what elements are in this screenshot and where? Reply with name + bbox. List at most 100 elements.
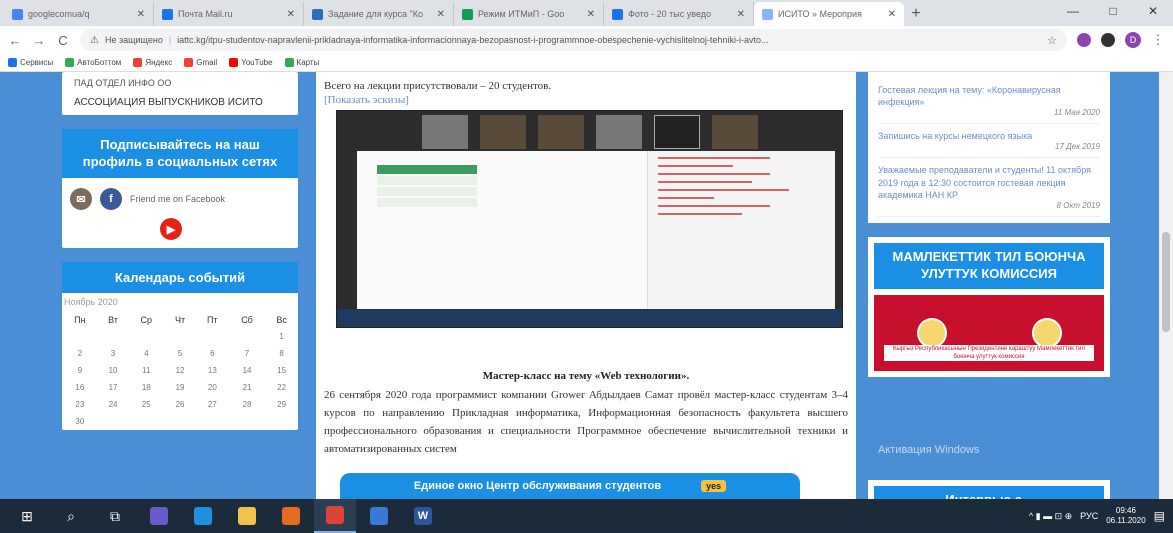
calendar-day[interactable]: 7 [229, 345, 265, 362]
taskbar-app-blue-button[interactable] [358, 499, 400, 533]
browser-tab[interactable]: googlecomua/q ✕ [4, 2, 154, 26]
calendar-day[interactable]: 2 [62, 345, 98, 362]
tray-icons[interactable]: ^ ▮ ▬ ⊡ ⊕ [1029, 511, 1072, 522]
calendar-day[interactable]: 12 [164, 362, 196, 379]
news-title[interactable]: Гостевая лекция на тему: «Коронавирусная… [878, 84, 1100, 108]
scrollbar-thumb[interactable] [1162, 232, 1170, 332]
menu-icon[interactable]: ⋮ [1151, 32, 1165, 48]
calendar-day[interactable]: 15 [265, 362, 298, 379]
forward-button[interactable]: → [32, 33, 46, 48]
calendar-day[interactable]: 1 [265, 328, 298, 345]
taskbar-explorer-button[interactable] [226, 499, 268, 533]
news-title[interactable]: Запишись на курсы немецкого языка [878, 130, 1100, 142]
calendar-day[interactable]: 26 [164, 396, 196, 413]
tab-title: Режим ИТМиП - Goo [478, 9, 565, 19]
reload-button[interactable]: C [56, 33, 70, 48]
calendar-day[interactable]: 27 [196, 396, 229, 413]
taskbar-word-button[interactable]: W [402, 499, 444, 533]
tab-close-icon[interactable]: ✕ [137, 9, 145, 20]
menu-item-cut[interactable]: ПАД ОТДЕЛ ИНФО ОО [74, 78, 286, 90]
calendar-day[interactable]: 16 [62, 379, 98, 396]
tab-close-icon[interactable]: ✕ [437, 9, 445, 20]
calendar-day[interactable]: 25 [128, 396, 164, 413]
notifications-icon[interactable]: ▤ [1154, 509, 1165, 523]
extension-icon[interactable] [1077, 33, 1091, 47]
browser-tab[interactable]: Почта Mail.ru ✕ [154, 2, 304, 26]
commission-banner-image[interactable]: Кыргыз Республикасынын Президентине кара… [874, 294, 1104, 371]
browser-tab[interactable]: ИСИТО » Мероприя ✕ [754, 2, 904, 26]
maximize-button[interactable]: □ [1093, 0, 1133, 22]
social-widget: Подписывайтесь на наш профиль в социальн… [62, 128, 298, 249]
calendar-day[interactable]: 6 [196, 345, 229, 362]
alumni-link[interactable]: АССОЦИАЦИЯ ВЫПУСКНИКОВ ИСИТО [74, 96, 286, 109]
calendar-day[interactable]: 24 [98, 396, 129, 413]
taskbar-chrome-button[interactable] [314, 499, 356, 533]
calendar-day[interactable]: 11 [128, 362, 164, 379]
warning-icon[interactable]: ⚠ [90, 35, 99, 46]
taskbar-search-button[interactable]: ⌕ [50, 499, 92, 533]
facebook-link[interactable]: Friend me on Facebook [130, 194, 225, 204]
taskbar-obs-button[interactable] [138, 499, 180, 533]
url-text[interactable]: iattc.kg/itpu-studentov-napravlenii-prik… [177, 35, 1041, 45]
calendar-day[interactable]: 10 [98, 362, 129, 379]
calendar-day[interactable]: 23 [62, 396, 98, 413]
bookmark-item[interactable]: АвтоБоттом [65, 58, 121, 67]
calendar-day[interactable]: 8 [265, 345, 298, 362]
tab-close-icon[interactable]: ✕ [287, 9, 295, 20]
calendar-day[interactable]: 19 [164, 379, 196, 396]
show-thumbnails-link[interactable]: [Показать эскизы] [324, 94, 848, 106]
close-window-button[interactable]: ✕ [1133, 0, 1173, 22]
bookmark-item[interactable]: YouTube [229, 58, 273, 67]
new-tab-button[interactable]: + [904, 2, 928, 26]
taskbar-media-button[interactable] [270, 499, 312, 533]
bookmark-item[interactable]: Яндекс [133, 58, 172, 67]
youtube-icon[interactable]: ▶ [160, 218, 182, 241]
tab-close-icon[interactable]: ✕ [587, 9, 595, 20]
tab-favicon-icon [762, 8, 773, 20]
browser-tab[interactable]: Режим ИТМиП - Goo ✕ [454, 2, 604, 26]
minimize-button[interactable]: — [1053, 0, 1093, 22]
tab-close-icon[interactable]: ✕ [888, 9, 896, 20]
interview-title[interactable]: Интервью с... [874, 486, 1104, 499]
bookmark-item[interactable]: Сервисы [8, 58, 53, 67]
calendar-day[interactable]: 20 [196, 379, 229, 396]
tab-close-icon[interactable]: ✕ [737, 9, 745, 20]
calendar-day[interactable]: 4 [128, 345, 164, 362]
taskbar-start-button[interactable]: ⊞ [6, 499, 48, 533]
bookmark-item[interactable]: Gmail [184, 58, 217, 67]
clock[interactable]: 09:46 06.11.2020 [1106, 506, 1145, 526]
calendar-day[interactable]: 9 [62, 362, 98, 379]
commission-title[interactable]: МАМЛЕКЕТТИК ТИЛ БОЮНЧА УЛУТТУК КОМИССИЯ [874, 242, 1104, 289]
address-bar[interactable]: ⚠ Не защищено | iattc.kg/itpu-studentov-… [80, 29, 1067, 51]
obs-icon [150, 507, 168, 525]
calendar-day[interactable]: 14 [229, 362, 265, 379]
extensions-puzzle-icon[interactable] [1101, 33, 1115, 47]
interview-widget: Интервью с... [868, 480, 1110, 499]
taskbar-edge-button[interactable] [182, 499, 224, 533]
back-button[interactable]: ← [8, 33, 22, 48]
profile-avatar[interactable]: D [1125, 32, 1141, 48]
vk-icon[interactable]: ✉ [70, 188, 92, 211]
calendar-day [62, 328, 98, 345]
student-service-banner[interactable]: Единое окно Центр обслуживания студентов… [340, 473, 800, 499]
calendar-day[interactable]: 28 [229, 396, 265, 413]
taskbar-task-view-button[interactable]: ⧉ [94, 499, 136, 533]
page-scrollbar[interactable] [1159, 72, 1173, 499]
bookmark-item[interactable]: Карты [284, 58, 319, 67]
lecture-screenshot[interactable] [336, 110, 843, 328]
news-title[interactable]: Уважаемые преподаватели и студенты! 11 о… [878, 164, 1100, 200]
calendar-day[interactable]: 3 [98, 345, 129, 362]
bookmark-star-icon[interactable]: ☆ [1047, 34, 1057, 47]
calendar-day[interactable]: 29 [265, 396, 298, 413]
calendar-day[interactable]: 30 [62, 413, 98, 430]
browser-tab[interactable]: Фото - 20 тыс уведо ✕ [604, 2, 754, 26]
calendar-day[interactable]: 13 [196, 362, 229, 379]
calendar-day[interactable]: 5 [164, 345, 196, 362]
calendar-day[interactable]: 21 [229, 379, 265, 396]
browser-tab[interactable]: Задание для курса "Ко ✕ [304, 2, 454, 26]
calendar-day[interactable]: 18 [128, 379, 164, 396]
calendar-day[interactable]: 17 [98, 379, 129, 396]
language-indicator[interactable]: РУС [1080, 511, 1098, 521]
facebook-icon[interactable]: f [100, 188, 122, 211]
calendar-day[interactable]: 22 [265, 379, 298, 396]
